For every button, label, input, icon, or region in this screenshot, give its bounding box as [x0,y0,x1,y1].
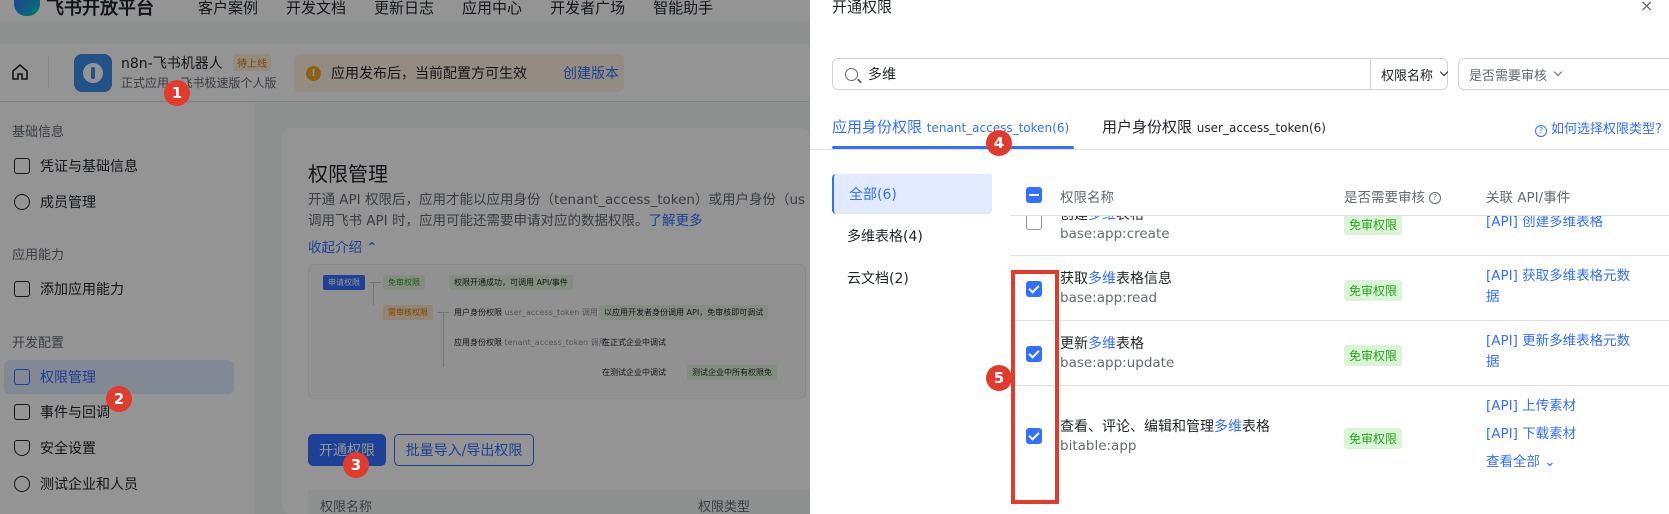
permission-name: 查看、评论、编辑和管理多维表格 [1060,419,1270,435]
category-all[interactable]: 全部(6) [832,174,992,214]
review-tag: 免审权限 [1344,428,1403,449]
select-placeholder: 是否需要审核 [1469,68,1548,84]
open-permission-drawer: 开通权限 × 多维 权限名称 是否需要审核 应用身份权限 tenant_acce… [810,0,1669,514]
column-header: 权限名称 [1060,190,1114,206]
annotation-marker-3: 3 [343,452,369,478]
help-icon[interactable]: ? [1429,192,1441,204]
active-tab-indicator [832,146,1074,149]
related-api-link[interactable]: [API] 下载素材 [1486,424,1576,445]
help-icon: ? [1535,125,1547,137]
select-all-checkbox[interactable] [1026,187,1042,203]
category-list: 全部(6) 多维表格(4) 云文档(2) [832,174,992,300]
table-row[interactable]: 查看、评论、编辑和管理多维表格 bitable:app 免审权限 [API] 上… [1010,386,1669,514]
annotation-marker-4: 4 [986,130,1012,156]
select-value: 权限名称 [1381,68,1434,84]
search-scope-select[interactable]: 权限名称 [1370,59,1449,89]
review-tag: 免审权限 [1344,280,1403,301]
tab-user-identity[interactable]: 用户身份权限 user_access_token(6) [1102,116,1326,137]
row-checkbox[interactable] [1026,214,1042,230]
search-icon [845,67,858,81]
permission-name: 更新多维表格 [1060,336,1144,352]
chevron-down-icon [1439,67,1449,77]
close-icon[interactable]: × [1640,0,1653,15]
drawer-title: 开通权限 [832,0,893,16]
permission-name: 获取多维表格信息 [1060,271,1172,287]
search-field[interactable]: 多维 权限名称 [832,58,1449,90]
search-input[interactable]: 多维 [868,64,896,84]
related-api-link[interactable]: [API] 获取多维表格元数据 [1486,266,1630,308]
permission-code: bitable:app [1060,438,1137,454]
permission-code: base:app:update [1060,355,1175,371]
column-header: 关联 API/事件 [1486,190,1571,206]
permission-code: base:app:read [1060,290,1158,306]
permission-code: base:app:create [1060,226,1170,242]
related-api-link[interactable]: [API] 上传素材 [1486,396,1576,417]
annotation-marker-1: 1 [164,80,190,106]
view-all-link[interactable]: 查看全部 ⌄ [1486,452,1556,473]
annotation-marker-5: 5 [986,365,1012,391]
related-api-link[interactable]: [API] 更新多维表格元数据 [1486,331,1630,373]
annotation-marker-2: 2 [106,386,132,412]
review-filter-select[interactable]: 是否需要审核 [1458,58,1669,90]
category-docs[interactable]: 云文档(2) [832,258,992,298]
chevron-down-icon [1553,67,1563,77]
tab-app-identity[interactable]: 应用身份权限 tenant_access_token(6) [832,116,1069,137]
permission-table: 创建多维表格 base:app:create 免审权限 [API] 创建多维表格… [1010,174,1669,514]
permission-type-help-link[interactable]: ? 如何选择权限类型? [1535,118,1662,137]
modal-mask[interactable] [0,0,810,514]
identity-tabs: 应用身份权限 tenant_access_token(6) 用户身份权限 use… [810,100,1669,150]
column-header: 是否需要审核? [1344,186,1441,206]
review-tag: 免审权限 [1344,345,1403,366]
category-bitable[interactable]: 多维表格(4) [832,216,992,256]
table-row[interactable]: 更新多维表格 base:app:update 免审权限 [API] 更新多维表格… [1010,321,1669,386]
table-row[interactable]: 获取多维表格信息 base:app:read 免审权限 [API] 获取多维表格… [1010,256,1669,321]
review-tag: 免审权限 [1344,214,1403,235]
annotation-highlight-box [1011,270,1059,504]
table-header: 权限名称 是否需要审核? 关联 API/事件 [1010,174,1669,216]
